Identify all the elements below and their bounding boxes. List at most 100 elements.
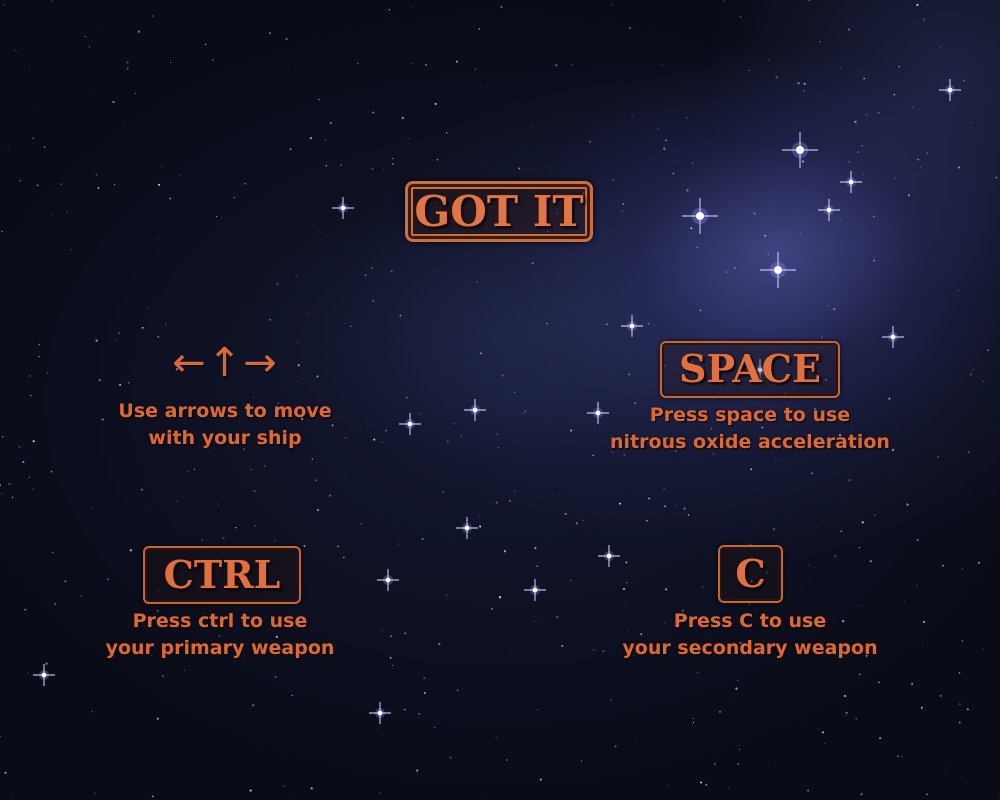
star-dot <box>479 525 482 528</box>
star-dot <box>625 561 628 564</box>
star-dot <box>319 232 321 233</box>
star-dot <box>564 512 567 515</box>
star-dot <box>663 487 666 490</box>
star-dot <box>151 795 154 798</box>
star-dot <box>391 163 395 166</box>
star-dot <box>970 121 972 124</box>
star-dot <box>330 122 332 124</box>
star-dot <box>683 507 686 510</box>
star-dot <box>134 92 137 95</box>
ctrl-hint-line2: your primary weapon <box>105 637 335 659</box>
star-dot <box>916 584 919 587</box>
star-dot <box>617 576 619 578</box>
star-dot <box>854 120 857 123</box>
star-dot <box>665 139 667 142</box>
star-dot <box>833 308 836 311</box>
star-dot <box>855 717 858 720</box>
star-dot <box>490 607 493 610</box>
star-dot <box>982 380 984 382</box>
star-dot <box>958 290 960 292</box>
star-dot <box>392 157 394 160</box>
star-dot <box>748 603 751 606</box>
star-dot <box>839 67 841 69</box>
c-key-badge: C <box>718 545 783 603</box>
star-dot <box>70 249 72 251</box>
star-dot <box>80 595 82 597</box>
star-dot <box>84 36 86 38</box>
star-dot <box>115 340 117 342</box>
star-dot <box>636 737 638 739</box>
star-dot <box>622 587 626 591</box>
star-dot <box>249 789 252 792</box>
star-dot <box>863 193 865 195</box>
star-dot <box>995 176 998 179</box>
star-dot <box>795 662 797 664</box>
sparkle-star <box>33 664 55 686</box>
star-dot <box>269 318 272 321</box>
star-dot <box>30 394 32 397</box>
star-dot <box>510 650 512 652</box>
star-dot <box>699 309 702 312</box>
star-dot <box>972 369 975 371</box>
star-dot <box>51 0 54 3</box>
star-dot <box>863 77 865 80</box>
star-dot <box>392 664 394 666</box>
sparkle-star <box>882 326 904 348</box>
star-dot <box>1 492 3 495</box>
star-dot <box>478 28 481 30</box>
star-dot <box>398 543 400 545</box>
star-dot <box>371 167 374 170</box>
star-dot <box>699 566 700 568</box>
star-dot <box>478 516 480 518</box>
star-dot <box>721 59 723 61</box>
star-dot <box>95 339 98 342</box>
star-dot <box>364 274 367 277</box>
star-dot <box>725 271 728 274</box>
star-dot <box>436 158 439 161</box>
star-dot <box>858 546 860 548</box>
star-dot <box>503 550 507 553</box>
star-dot <box>675 504 677 506</box>
star-dot <box>621 210 623 212</box>
move-hint: Use arrows to move with your ship <box>80 398 370 452</box>
star-dot <box>958 721 961 724</box>
star-dot <box>845 715 847 716</box>
star-dot <box>52 551 54 554</box>
got-it-button[interactable]: GOT IT <box>405 181 593 242</box>
star-dot <box>506 759 508 761</box>
star-dot <box>754 246 756 248</box>
star-dot <box>685 117 688 119</box>
star-dot <box>295 275 298 277</box>
star-dot <box>7 146 9 148</box>
star-dot <box>609 698 611 700</box>
star-dot <box>19 179 22 182</box>
star-dot <box>496 433 498 436</box>
star-dot <box>530 124 532 127</box>
star-dot <box>958 671 961 674</box>
star-dot <box>36 108 38 110</box>
star-dot <box>857 151 860 154</box>
star-dot <box>660 63 663 66</box>
star-dot <box>588 706 590 708</box>
sparkle-star <box>621 315 643 337</box>
star-dot <box>371 267 374 270</box>
controls-help-screen: GOT IT ←↑→ Use arrows to move with your … <box>0 0 1000 800</box>
star-dot <box>165 323 167 326</box>
star-dot <box>878 681 880 683</box>
star-dot <box>861 521 864 524</box>
star-dot <box>638 744 640 745</box>
star-dot <box>543 618 545 620</box>
c-hint-line2: your secondary weapon <box>622 637 878 659</box>
star-dot <box>534 620 536 622</box>
star-dot <box>119 383 122 386</box>
star-dot <box>614 745 617 748</box>
star-dot <box>898 65 901 68</box>
star-dot <box>848 160 851 163</box>
star-dot <box>937 455 940 458</box>
star-dot <box>913 174 915 176</box>
star-dot <box>719 711 721 713</box>
star-dot <box>95 173 98 177</box>
star-dot <box>425 63 427 66</box>
star-dot <box>686 189 689 192</box>
star-dot <box>939 694 942 697</box>
